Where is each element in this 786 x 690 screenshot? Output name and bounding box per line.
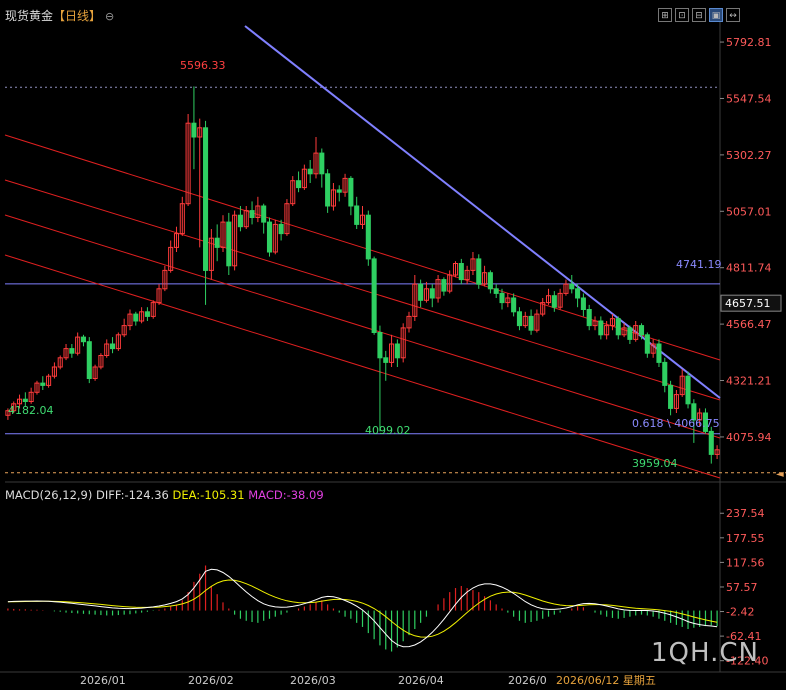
price-tick-label: 4075.94: [726, 431, 772, 444]
candle-body: [377, 332, 383, 359]
date-axis-label: 2026/04: [398, 674, 444, 687]
candle-body: [394, 343, 400, 359]
candle-body: [261, 205, 267, 223]
candle-body: [191, 122, 197, 138]
candle-body: [296, 180, 302, 189]
candle-body: [383, 357, 389, 363]
macd-tick-label: 57.57: [726, 581, 758, 594]
candle-body: [638, 325, 645, 336]
candle-body: [499, 292, 505, 304]
candle-body: [371, 258, 377, 333]
chart-header: 现货黄金【日线】 ⊖: [5, 7, 114, 24]
candle-body: [575, 288, 581, 299]
macd-tick-label: 177.55: [726, 532, 765, 545]
macd-diff-value: DIFF:-124.36: [96, 488, 169, 502]
candle-body: [615, 318, 621, 336]
start-price-label: 4182.04: [8, 404, 54, 417]
date-axis-label: 2026/03: [290, 674, 336, 687]
price-tick-label: 4811.74: [726, 262, 772, 275]
macd-tick-label: 237.54: [726, 507, 765, 520]
candle-body: [708, 430, 714, 455]
candle-body: [336, 189, 342, 193]
candle-body: [266, 221, 273, 253]
date-axis-label: 2026/02: [188, 674, 234, 687]
candle-body: [249, 210, 255, 219]
candle-body: [668, 384, 674, 409]
macd-hist-value: MACD:-38.09: [248, 488, 324, 502]
candle-body: [365, 214, 371, 260]
march-low-label: 4099.02: [365, 424, 411, 437]
candle-body: [487, 272, 493, 290]
candle-body: [418, 283, 424, 301]
candle-body: [586, 309, 592, 327]
candle-body: [441, 279, 447, 292]
candle-body: [580, 297, 586, 310]
price-tick-label: 4566.47: [726, 318, 772, 331]
candle-body: [110, 343, 116, 350]
chart-canvas: 5596.33 4182.04 4099.02 4741.19 0.618 \ 4066…: [0, 0, 786, 690]
price-tick-label: 4321.21: [726, 375, 772, 388]
candle-body: [325, 173, 331, 207]
candle-body: [278, 223, 284, 235]
watermark-logo: 1QH.CN: [651, 638, 759, 668]
candle-body: [493, 288, 499, 294]
candle-body: [516, 311, 522, 327]
candle-body: [307, 168, 313, 175]
layout-icon[interactable]: ⊟: [692, 8, 706, 22]
candle-body: [476, 258, 482, 285]
instrument-title: 现货黄金: [5, 9, 54, 23]
crosshair-icon[interactable]: ⊞: [658, 8, 672, 22]
candle-body: [69, 348, 75, 354]
candle-body: [86, 341, 92, 380]
zoom-icon[interactable]: ⊡: [675, 8, 689, 22]
candle-body: [226, 221, 232, 267]
candle-body: [662, 361, 668, 386]
candle-body: [644, 334, 650, 354]
candle-body: [237, 214, 243, 228]
candle-body: [598, 320, 604, 336]
recent-low-label: 3959.04: [632, 457, 678, 470]
candle-body: [685, 375, 691, 405]
candle-body: [458, 263, 464, 281]
candle-body: [656, 343, 662, 363]
candle-body: [319, 152, 325, 175]
candle-body: [569, 283, 575, 290]
price-tick-label: 5057.01: [726, 205, 772, 218]
price-tick-label: 5792.81: [726, 36, 772, 49]
date-axis-label: 2026/0: [508, 674, 547, 687]
chart-toolbar: ⊞ ⊡ ⊟ ▣ ↔: [658, 8, 740, 22]
level-4741-label: 4741.19: [676, 258, 722, 271]
macd-tick-label: -2.42: [726, 606, 754, 619]
candle-body: [133, 313, 139, 322]
candle-body: [22, 398, 28, 403]
macd-name: MACD(26,12,9): [5, 488, 93, 502]
fib-level-label: 0.618 \ 4066.75: [632, 417, 720, 430]
macd-tick-label: 117.56: [726, 556, 765, 569]
tail-arrow-icon: ◄: [776, 469, 784, 480]
candle-body: [203, 127, 209, 271]
macd-header: MACD(26,12,9) DIFF:-124.36 DEA:-105.31 M…: [5, 488, 324, 502]
candle-body: [144, 311, 150, 317]
high-price-label: 5596.33: [180, 59, 226, 72]
price-tick-label: 5302.27: [726, 149, 772, 162]
candle-body: [627, 327, 633, 340]
period-selector[interactable]: 【日线】: [53, 9, 101, 23]
settings-icon[interactable]: ⊖: [105, 10, 114, 23]
macd-dea-value: DEA:-105.31: [172, 488, 245, 502]
candle-body: [40, 382, 46, 386]
price-tick-label: 5547.54: [726, 92, 772, 105]
cursor-date-label: 2026/06/12 星期五: [556, 674, 656, 687]
candle-body: [354, 205, 360, 225]
candle-body: [348, 177, 354, 207]
candle-body: [528, 315, 534, 331]
chart-type-icon[interactable]: ▣: [709, 8, 723, 22]
current-price-label: 4657.51: [725, 297, 771, 310]
candle-body: [511, 297, 517, 313]
candle-body: [80, 336, 87, 343]
candle-body: [429, 288, 435, 299]
candle-body: [214, 237, 220, 248]
date-axis-label: 2026/01: [80, 674, 126, 687]
expand-icon[interactable]: ↔: [726, 8, 740, 22]
candle-body: [551, 295, 557, 308]
